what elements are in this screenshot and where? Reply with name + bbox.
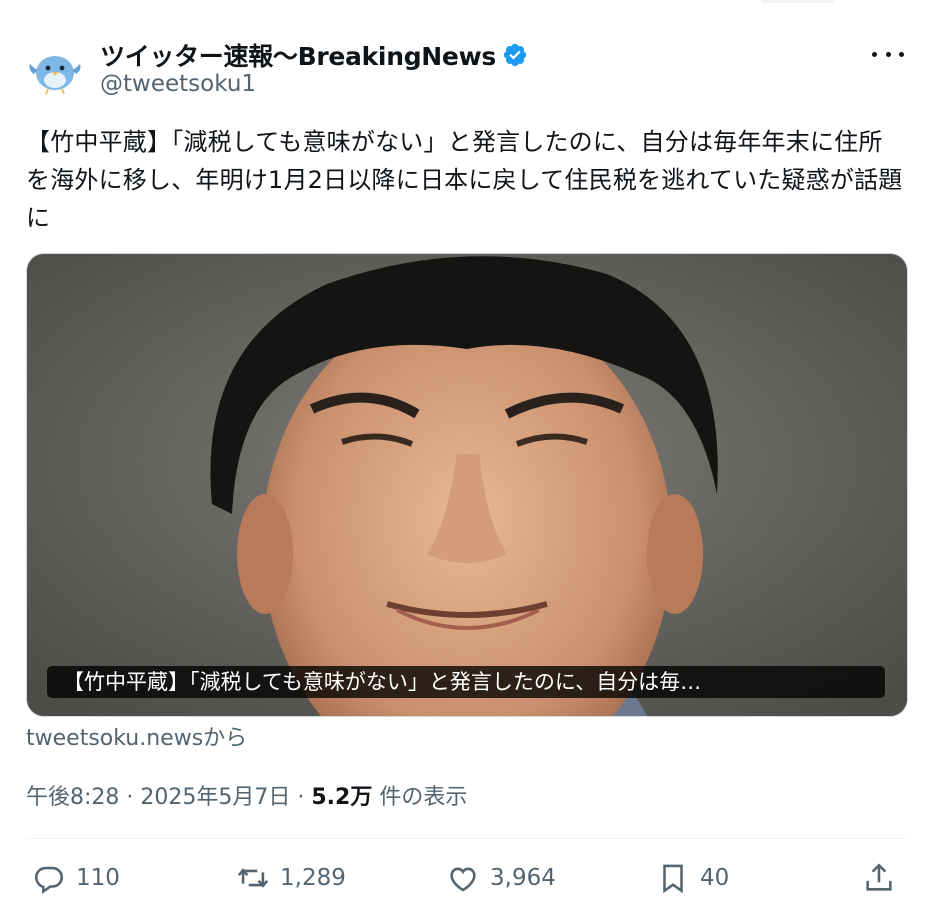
action-bar: 110 1,289 3,964 40 [26, 854, 906, 902]
display-name[interactable]: ツイッター速報〜BreakingNews [100, 37, 496, 73]
reply-count: 110 [76, 865, 120, 891]
handle[interactable]: @tweetsoku1 [100, 71, 256, 97]
card-caption: 【竹中平蔵】「減税しても意味がない」と発言したのに、自分は毎… [47, 666, 885, 698]
reply-button[interactable]: 110 [32, 854, 120, 902]
more-dot-icon [872, 51, 877, 57]
tweet-meta: 午後8:28 · 2025年5月7日 · 5.2万 件の表示 [26, 779, 467, 811]
verified-badge-icon[interactable] [502, 42, 528, 68]
views-label: 件の表示 [372, 785, 468, 810]
avatar[interactable] [26, 40, 84, 98]
reply-icon [34, 866, 64, 894]
tweet-header: ツイッター速報〜BreakingNews @tweetsoku1 [26, 34, 916, 104]
timestamp[interactable]: 午後8:28 · 2025年5月7日 · [26, 785, 311, 810]
divider [26, 838, 906, 839]
bird-avatar-icon [26, 40, 84, 98]
repost-button[interactable]: 1,289 [236, 854, 346, 902]
name-row: ツイッター速報〜BreakingNews [100, 37, 528, 73]
repost-count: 1,289 [280, 865, 346, 891]
more-dot-icon [899, 51, 904, 57]
link-source[interactable]: tweetsoku.newsから [26, 720, 247, 752]
views-count: 5.2万 [311, 785, 373, 810]
more-options-button[interactable] [872, 44, 904, 64]
bookmark-icon [663, 864, 683, 894]
share-button[interactable] [862, 854, 896, 902]
link-card[interactable]: 【竹中平蔵】「減税しても意味がない」と発言したのに、自分は毎… [26, 253, 908, 717]
more-dot-icon [885, 51, 891, 57]
card-photo [27, 254, 907, 716]
share-icon [866, 863, 892, 891]
top-bar-stub [762, 0, 834, 3]
bookmark-button[interactable]: 40 [656, 854, 729, 902]
like-count: 3,964 [490, 865, 556, 891]
like-button[interactable]: 3,964 [446, 854, 556, 902]
bookmark-count: 40 [700, 865, 730, 891]
tweet-text: 【竹中平蔵】「減税しても意味がない」と発言したのに、自分は毎年年末に住所を海外に… [26, 128, 903, 232]
heart-icon [450, 867, 476, 892]
repost-icon [237, 868, 269, 888]
